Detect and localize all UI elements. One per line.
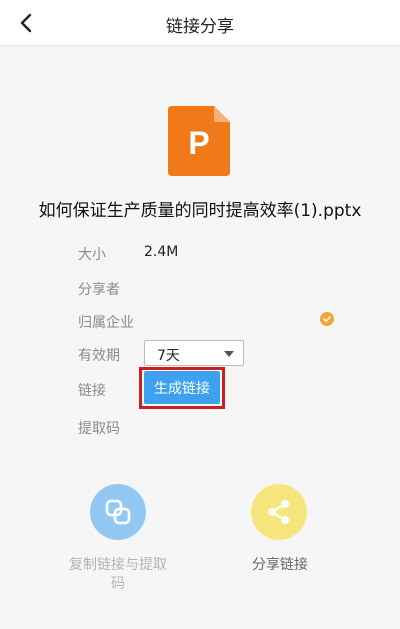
- caret-down-icon: [224, 351, 234, 357]
- size-value: 2.4M: [144, 244, 179, 260]
- size-label: 大小: [78, 247, 106, 263]
- file-name: 如何保证生产质量的同时提高效率(1).pptx: [38, 201, 362, 221]
- link-label: 链接: [78, 383, 106, 399]
- company-check-icon: [320, 312, 334, 326]
- copy-link-button[interactable]: [90, 484, 146, 540]
- copy-link-label[interactable]: 复制链接与提取码: [64, 556, 172, 594]
- validity-select[interactable]: 7天: [144, 340, 244, 366]
- copy-icon: [105, 499, 131, 525]
- company-label: 归属企业: [78, 315, 134, 331]
- pptx-file-icon: P: [168, 106, 230, 176]
- validity-value: 7天: [157, 348, 180, 364]
- page-title: 链接分享: [166, 17, 234, 37]
- share-link-button[interactable]: [251, 484, 307, 540]
- sharer-label: 分享者: [78, 282, 120, 298]
- code-label: 提取码: [78, 421, 120, 437]
- file-icon-letter: P: [188, 125, 209, 161]
- share-link-label[interactable]: 分享链接: [230, 556, 330, 575]
- share-icon: [268, 500, 289, 524]
- generate-link-button[interactable]: 生成链接: [144, 371, 220, 404]
- validity-label: 有效期: [78, 348, 120, 364]
- top-bar: 链接分享: [0, 0, 400, 46]
